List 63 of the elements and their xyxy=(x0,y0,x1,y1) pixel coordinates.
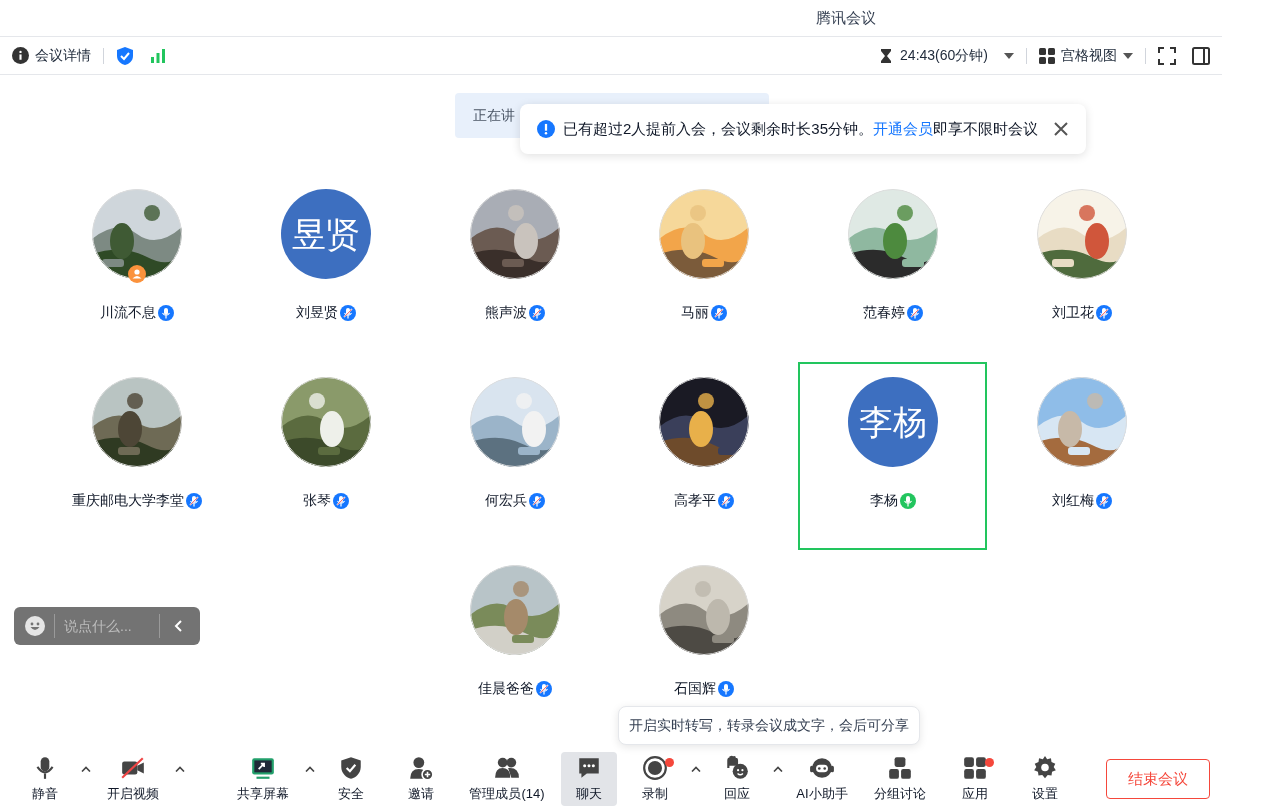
record-icon xyxy=(642,754,668,781)
tooltip: 开启实时转写，转录会议成文字，会后可分享 xyxy=(618,706,920,745)
fullscreen-icon[interactable] xyxy=(1158,46,1176,65)
toolbar-button[interactable]: 聊天 xyxy=(561,752,617,806)
chat-input-field[interactable]: 说点什么... xyxy=(64,615,159,637)
caret-up-icon[interactable] xyxy=(175,766,185,772)
window-title: 腾讯会议 xyxy=(816,7,876,28)
participant-name: 范春婷 xyxy=(862,303,905,322)
participant-name: 川流不息 xyxy=(99,303,156,322)
meeting-details-button[interactable]: 会议详情 xyxy=(12,45,91,66)
participant-name: 刘昱贤 xyxy=(295,303,338,322)
caret-down-icon xyxy=(1123,52,1133,59)
timer-dropdown[interactable]: 24:43(60分钟) xyxy=(880,45,1014,66)
emoji-icon[interactable] xyxy=(25,616,45,636)
upgrade-link[interactable]: 开通会员 xyxy=(873,119,934,137)
settings-icon xyxy=(1032,754,1058,781)
toolbar-button[interactable]: 回应 xyxy=(705,752,769,806)
toolbar-button[interactable]: 安全 xyxy=(319,752,383,806)
toolbar-button[interactable]: 共享屏幕 xyxy=(225,752,301,806)
participant-name: 李杨 xyxy=(869,491,898,510)
toolbar-button[interactable]: 应用 xyxy=(943,752,1007,806)
sidebar-toggle-icon[interactable] xyxy=(1192,46,1210,65)
caret-up-icon[interactable] xyxy=(773,766,783,772)
toolbar-button[interactable]: 静音 xyxy=(13,752,77,806)
participant-name: 熊声波 xyxy=(484,303,527,322)
participant-name: 马丽 xyxy=(680,303,709,322)
caret-up-icon[interactable] xyxy=(81,766,91,772)
avatar: 李杨 xyxy=(847,377,938,467)
toolbar-button[interactable]: 设置 xyxy=(1013,752,1077,806)
toolbar-button[interactable]: AI小助手 xyxy=(787,752,857,806)
participant-name: 何宏兵 xyxy=(484,491,527,510)
close-icon[interactable] xyxy=(1054,122,1069,136)
toolbar-button[interactable]: 分组讨论 xyxy=(863,752,937,806)
toolbar-button[interactable]: 开启视频 xyxy=(95,752,171,806)
gallery-view-dropdown[interactable]: 宫格视图 xyxy=(1039,45,1133,66)
blocks-icon xyxy=(887,754,913,781)
participant-name: 石国辉 xyxy=(673,679,716,698)
participant-name: 张琴 xyxy=(302,491,331,510)
info-icon xyxy=(12,47,29,64)
apps-icon xyxy=(962,754,988,781)
toolbar-button[interactable]: 录制 xyxy=(623,752,687,806)
avatar: 昱贤 xyxy=(280,189,371,279)
chat-bar[interactable]: 说点什么... xyxy=(14,607,200,645)
toolbar-button[interactable]: 管理成员(14) xyxy=(459,752,555,806)
toolbar-button[interactable]: 邀请 xyxy=(389,752,453,806)
shield-check-icon[interactable] xyxy=(116,45,134,66)
alert-icon xyxy=(537,120,555,138)
signal-icon xyxy=(150,48,166,63)
caret-up-icon[interactable] xyxy=(305,766,315,772)
participant-name: 刘卫花 xyxy=(1051,303,1094,322)
participant-name: 佳晨爸爸 xyxy=(477,679,534,698)
participant-name: 刘红梅 xyxy=(1051,491,1094,510)
caret-down-icon xyxy=(1004,52,1014,59)
chevron-left-icon[interactable] xyxy=(174,620,182,632)
grid-icon xyxy=(1039,47,1055,64)
hourglass-icon xyxy=(880,47,893,64)
participant-name: 高孝平 xyxy=(673,491,716,510)
end-meeting-button[interactable]: 结束会议 xyxy=(1106,759,1210,799)
caret-up-icon[interactable] xyxy=(691,766,701,772)
add-person-icon xyxy=(408,754,434,781)
raised-hand-icon xyxy=(724,754,750,781)
shield-check-icon xyxy=(338,754,364,781)
participant-name: 重庆邮电大学李堂 xyxy=(71,491,184,510)
